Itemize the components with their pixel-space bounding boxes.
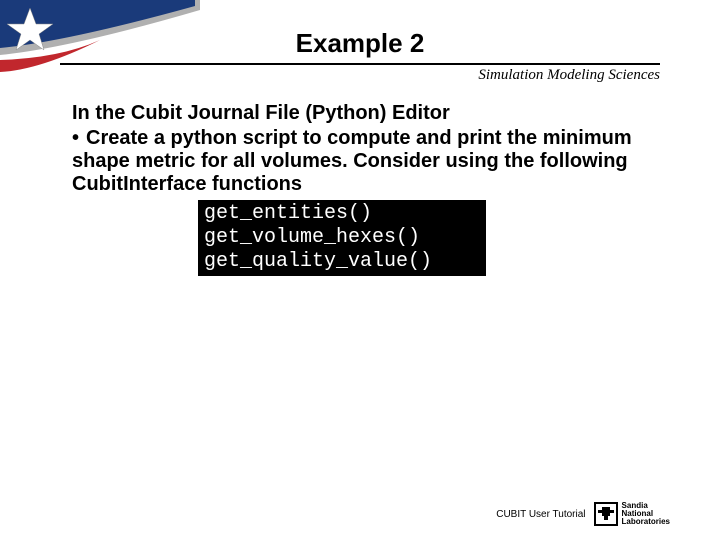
slide-title: Example 2 (0, 0, 720, 59)
slide-subtitle: Simulation Modeling Sciences (0, 67, 720, 84)
thunderbird-icon (594, 502, 618, 526)
bullet-text: Create a python script to compute and pr… (72, 127, 632, 195)
title-underline (60, 63, 660, 65)
code-block: get_entities() get_volume_hexes() get_qu… (198, 200, 486, 276)
content-heading: In the Cubit Journal File (Python) Edito… (72, 102, 660, 125)
footer: CUBIT User Tutorial Sandia National Labo… (496, 502, 670, 526)
bullet-item: •Create a python script to compute and p… (72, 127, 660, 196)
logo-text: Sandia National Laboratories (622, 502, 670, 526)
footer-text: CUBIT User Tutorial (496, 509, 585, 520)
sandia-logo: Sandia National Laboratories (594, 502, 670, 526)
slide-content: In the Cubit Journal File (Python) Edito… (0, 84, 720, 276)
